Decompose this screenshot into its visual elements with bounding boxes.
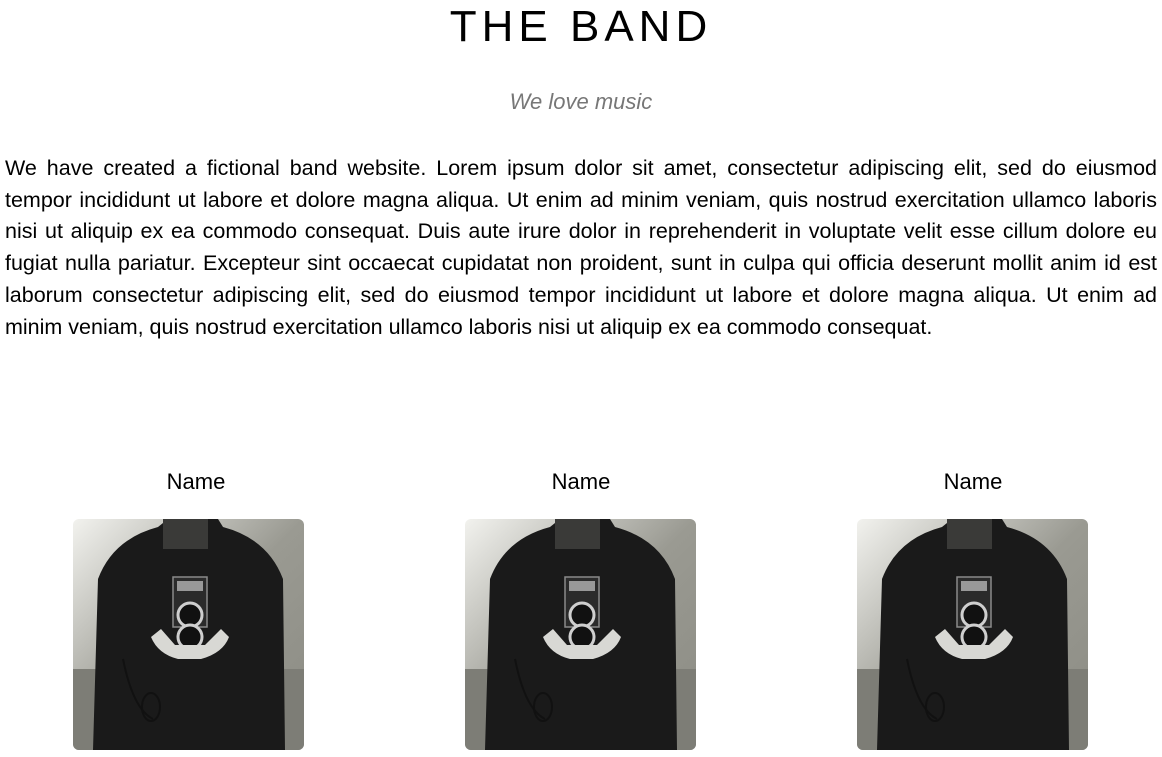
page-tagline: We love music bbox=[509, 89, 653, 114]
member-name: Name bbox=[166, 469, 226, 494]
man-with-camera-photo bbox=[857, 519, 1088, 750]
member-name: Name bbox=[551, 469, 611, 494]
band-page: THE BAND We love music We have created a… bbox=[0, 0, 1162, 757]
member-card: Name bbox=[0, 464, 392, 500]
member-photo[interactable] bbox=[857, 519, 1088, 750]
member-photo[interactable] bbox=[73, 519, 304, 750]
band-members: Name Name Name bbox=[0, 464, 1162, 754]
intro-paragraph: We have created a fictional band website… bbox=[5, 156, 1157, 339]
page-title: THE BAND bbox=[449, 2, 713, 51]
member-name: Name bbox=[943, 469, 1003, 494]
member-card: Name bbox=[777, 464, 1162, 500]
member-card: Name bbox=[385, 464, 777, 500]
man-with-camera-photo bbox=[465, 519, 696, 750]
member-photo[interactable] bbox=[465, 519, 696, 750]
man-with-camera-photo bbox=[73, 519, 304, 750]
